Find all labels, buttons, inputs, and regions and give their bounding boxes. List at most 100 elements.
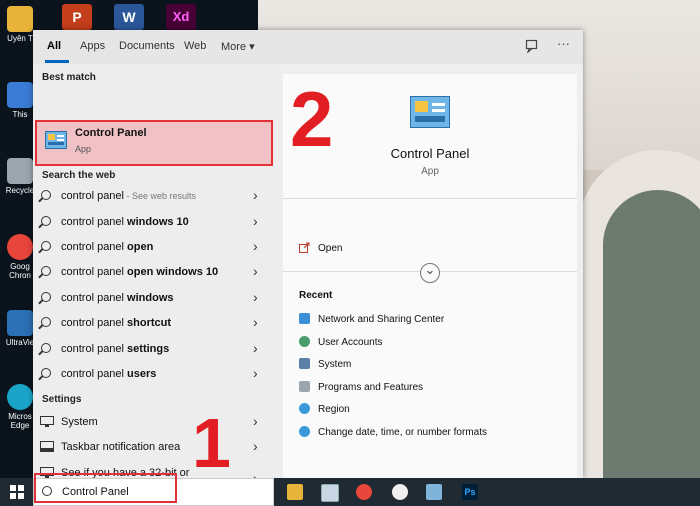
chrome-icon [7,234,33,260]
desktop-icon-label: Recycle [5,186,35,195]
web-result-row[interactable]: control panel users › [33,363,276,387]
open-label: Open [318,243,343,254]
tab-more-label: More [221,41,247,53]
best-match-subtitle: App [75,144,92,154]
control-panel-taskbar-icon[interactable] [321,484,339,502]
best-match-control-panel[interactable]: Control Panel App [35,120,273,166]
powerpoint-icon[interactable]: P [62,4,92,30]
settings-result-taskbar[interactable]: Taskbar notification area › [33,436,276,460]
recent-item[interactable]: Programs and Features [299,381,423,393]
results-list: Best match Control Panel App Search the … [33,64,276,492]
search-highlight-box [34,473,177,503]
chevron-right-icon[interactable]: › [253,238,258,254]
web-result-suffix: open [127,241,154,253]
recent-item[interactable]: Region [299,403,350,415]
web-result-row[interactable]: control panel open › [33,236,276,260]
settings-result-label: System [61,416,98,428]
web-result-row[interactable]: control panel windows › [33,287,276,311]
best-match-title: Control Panel [75,127,147,139]
open-action[interactable]: Open [299,242,342,254]
file-explorer-icon[interactable] [287,484,303,500]
web-result-row[interactable]: control panel - See web results › [33,185,276,209]
web-result-query: control panel [61,317,128,329]
active-tab-indicator [45,60,69,63]
recent-item[interactable]: Change date, time, or number formats [299,426,487,438]
open-icon [299,242,310,253]
edge-icon [7,384,33,410]
recent-item[interactable]: Network and Sharing Center [299,313,444,325]
web-result-suffix: windows [127,292,174,304]
recent-item[interactable]: System [299,358,351,370]
expand-button[interactable]: ⌄ [420,263,440,283]
feedback-icon[interactable] [525,39,539,53]
chevron-right-icon[interactable]: › [253,365,258,381]
best-match-heading: Best match [42,72,96,83]
globe-icon [299,403,310,414]
photoshop-icon[interactable]: Ps [462,484,478,500]
recent-item-label: Network and Sharing Center [318,314,445,325]
app-taskbar-icon[interactable] [392,484,408,500]
control-panel-large-icon [410,96,450,128]
monitor-icon [40,416,54,427]
chevron-right-icon[interactable]: › [253,438,258,454]
search-icon [41,190,51,200]
recent-item-label: System [318,359,352,370]
chevron-right-icon[interactable]: › [253,314,258,330]
chevron-right-icon[interactable]: › [253,340,258,356]
web-result-query: control panel [61,343,128,355]
clock-globe-icon [299,426,310,437]
folder-icon [7,6,33,32]
search-icon [41,266,51,276]
desktop-icon-label: Goog Chron [9,262,31,280]
chevron-right-icon[interactable]: › [253,213,258,229]
web-result-row[interactable]: control panel windows 10 › [33,211,276,235]
recent-item-label: Programs and Features [318,382,424,393]
windows-start-icon[interactable] [10,485,24,499]
annotation-step-2: 2 [290,75,334,163]
web-result-query: control panel [61,368,128,380]
chevron-right-icon[interactable]: › [253,289,258,305]
web-result-row[interactable]: control panel settings › [33,338,276,362]
settings-result-label: Taskbar notification area [61,441,181,453]
search-icon [41,317,51,327]
chevron-right-icon[interactable]: › [253,413,258,429]
chevron-right-icon[interactable]: › [253,263,258,279]
web-result-row[interactable]: control panel shortcut › [33,312,276,336]
web-result-query: control panel [61,190,124,202]
web-result-suffix: users [127,368,157,380]
computer-icon [7,82,33,108]
chrome-taskbar-icon[interactable] [356,484,372,500]
web-result-hint: - See web results [124,191,197,201]
recent-item[interactable]: User Accounts [299,336,382,348]
recycle-bin-icon [7,158,33,184]
more-options-icon[interactable]: ··· [557,36,570,51]
user-accounts-icon [299,336,310,347]
chevron-down-icon: ▾ [249,41,255,53]
web-result-suffix: windows 10 [127,216,189,228]
search-icon [41,343,51,353]
tab-documents[interactable]: Documents [119,40,175,52]
app-taskbar-icon-2[interactable] [426,484,442,500]
tab-more[interactable]: More ▾ [221,40,255,53]
search-icon [41,368,51,378]
word-icon[interactable]: W [114,4,144,30]
adobe-xd-icon[interactable]: Xd [166,4,196,30]
search-tabs: All Apps Documents Web More ▾ ··· [33,30,583,64]
recent-item-label: User Accounts [318,337,383,348]
network-icon [299,313,310,324]
tab-web[interactable]: Web [184,40,206,52]
preview-subtitle: App [421,166,439,177]
divider [283,198,577,199]
tab-all[interactable]: All [47,40,61,52]
web-result-query: control panel [61,216,128,228]
recent-item-label: Change date, time, or number formats [318,427,487,438]
tab-apps[interactable]: Apps [80,40,105,52]
search-icon [41,292,51,302]
chevron-right-icon[interactable]: › [253,187,258,203]
web-result-row[interactable]: control panel open windows 10 › [33,261,276,285]
settings-result-system[interactable]: System › [33,411,276,435]
programs-icon [299,381,310,392]
taskbar-icon [40,441,54,452]
settings-heading: Settings [42,394,82,405]
desktop-icon-label: Uyên T [7,34,33,43]
